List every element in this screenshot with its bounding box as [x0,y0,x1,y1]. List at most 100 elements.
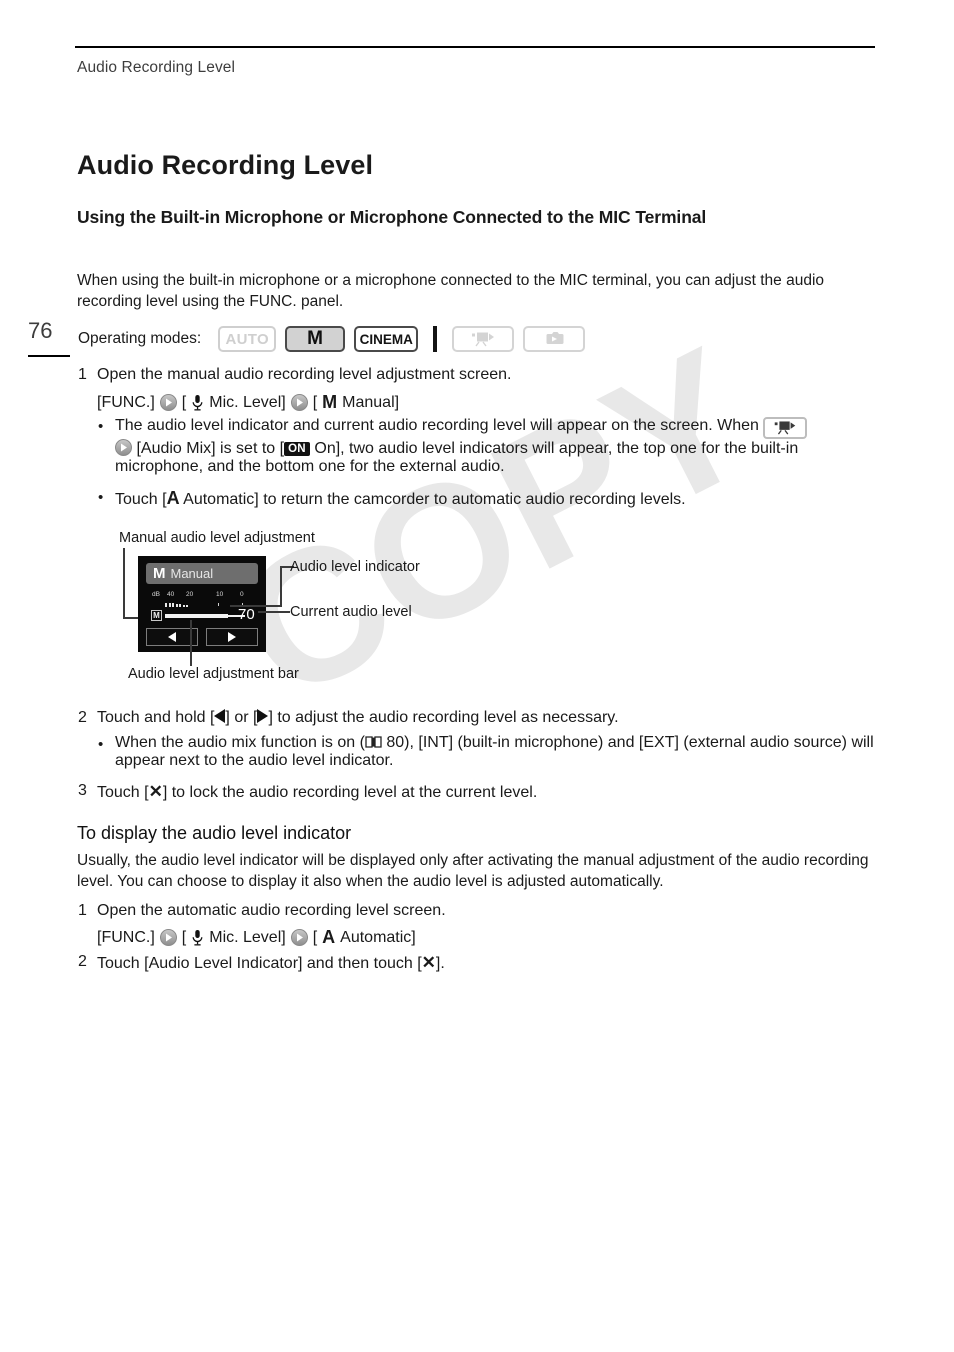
db-tick-label-10: 10 [216,591,224,598]
manual-m-glyph: M [322,392,338,412]
bullet-marker: • [98,489,104,506]
arrow-circle-icon [159,929,177,946]
folio-rule [28,355,70,357]
mic-level-label: Mic. Level] [209,928,286,946]
leader-line [280,566,282,607]
increase-level-button[interactable] [206,628,258,646]
mode-separator [433,326,438,352]
operating-modes-label: Operating modes: [78,330,202,347]
bullet-1-part-2: [Audio Mix] is set to [ [136,440,285,457]
db-tick-label-20: 20 [186,591,194,598]
header-rule [75,46,875,48]
page-title: Audio Recording Level [77,150,374,180]
automatic-open-bracket: [ [312,928,318,946]
right-arrow-icon [228,632,236,642]
section-step-1-sequence: [FUNC.] [ Mic. Level] [ A Automatic] [97,927,416,948]
arrow-circle-icon [115,439,132,456]
step-2-bullet-page: 80 [386,734,405,751]
step-1-text: Open the manual audio recording level ad… [97,366,512,383]
step-1-bullet-1: The audio level indicator and current au… [115,417,877,476]
step-1-sequence: [FUNC.] [ Mic. Level] [M Manual] [97,392,399,413]
step-1-bullet-2: Touch [A Automatic] to return the camcor… [115,488,875,509]
step-1-number: 1 [78,366,87,383]
db-tick-mark [218,603,219,606]
step-2-bullet-pre: When the audio mix function is on ( [115,734,365,751]
step-2-bullet: When the audio mix function is on ( 80),… [115,734,875,770]
section-step-2-pre: Touch [Audio Level Indicator] and then t… [97,955,422,972]
left-arrow-icon [168,632,176,642]
close-icon: ✕ [148,782,163,801]
microphone-icon [191,394,204,411]
leader-line [258,611,290,613]
automatic-label: Automatic] [340,928,416,946]
figure-caption-indicator: Audio level indicator [290,559,420,575]
camcorder-lcd-panel: M Manual dB 40 20 10 0 M 70 [138,556,266,652]
mode-badge-auto: AUTO [218,326,277,352]
db-tick-label-40: 40 [167,591,175,598]
peak-level-dots [165,603,188,607]
leader-line [230,605,282,607]
bullet-marker: • [98,418,104,435]
section-step-2-text: Touch [Audio Level Indicator] and then t… [97,953,877,973]
right-arrow-icon [257,709,269,723]
step-2-pre: Touch and hold [ [97,709,215,726]
arrow-circle-icon [290,394,308,411]
figure-caption-top: Manual audio level adjustment [119,530,315,546]
func-label: [FUNC.] [97,393,155,411]
step-2-post: ] to adjust the audio recording level as… [268,709,619,726]
bullet-2-pre: Touch [ [115,491,167,508]
step-3-post: ] to lock the audio recording level at t… [162,784,538,801]
mode-badge-cinema: CINEMA [354,326,419,352]
mic-level-label: Mic. Level] [209,393,286,411]
audio-level-adjustment-bar[interactable] [165,614,228,618]
mode-badge-manual: M [285,326,346,352]
manual-label: Manual] [342,393,400,411]
photo-playback-icon [523,326,586,352]
camera-mode-icon [763,417,808,439]
arrow-circle-icon [290,929,308,946]
book-page-reference-icon [365,735,382,749]
step-3-pre: Touch [ [97,784,149,801]
manual-open-bracket: [ [312,393,318,411]
leader-line [190,620,192,666]
leader-line [123,548,125,618]
subsection-body: Usually, the audio level indicator will … [77,852,869,890]
section-step-2-post: ]. [435,955,445,972]
mode-badge-m: M [153,565,166,582]
movie-playback-icon [452,326,515,352]
left-arrow-icon [214,709,226,723]
current-audio-level-value: 70 [238,606,255,623]
func-label: [FUNC.] [97,928,155,946]
step-2-number: 2 [78,709,87,726]
step-2-text: Touch and hold [] or [] to adjust the au… [97,709,877,727]
microphone-icon [191,929,204,946]
manual-page: Audio Recording Level 76 Audio Recording… [0,0,954,1352]
figure-caption-bottom: Audio level adjustment bar [128,666,299,682]
close-icon: ✕ [421,953,436,972]
operating-modes-row: Operating modes: AUTO M CINEMA [78,326,586,352]
figure-caption-current: Current audio level [290,604,412,620]
mic-level-open-bracket: [ [181,393,187,411]
bullet-2-post: Automatic] to return the camcorder to au… [183,491,686,508]
bullet-1-part-1: The audio level indicator and current au… [115,417,759,434]
step-3-number: 3 [78,782,87,799]
section-step-2-number: 2 [78,953,87,970]
automatic-a-glyph: A [322,927,336,947]
db-tick-label-0: 0 [240,591,244,598]
section-subtitle: Using the Built-in Microphone or Microph… [77,207,707,227]
subsection-heading: To display the audio level indicator [77,823,352,843]
db-unit-label: dB [152,591,160,598]
step-3-text: Touch [✕] to lock the audio recording le… [97,782,877,802]
db-scale: dB 40 20 10 0 [152,591,254,606]
intro-paragraph: When using the built-in microphone or a … [77,272,825,310]
page-number: 76 [28,318,53,343]
mode-title-bar: M Manual [146,563,258,584]
manual-indicator-badge: M [151,610,162,621]
automatic-a-glyph: A [166,488,180,508]
mic-level-open-bracket: [ [181,928,187,946]
bullet-marker: • [98,736,104,753]
section-step-1-text: Open the automatic audio recording level… [97,902,446,919]
section-step-1-number: 1 [78,902,87,919]
arrow-circle-icon [159,394,177,411]
on-badge: ON [284,442,310,456]
